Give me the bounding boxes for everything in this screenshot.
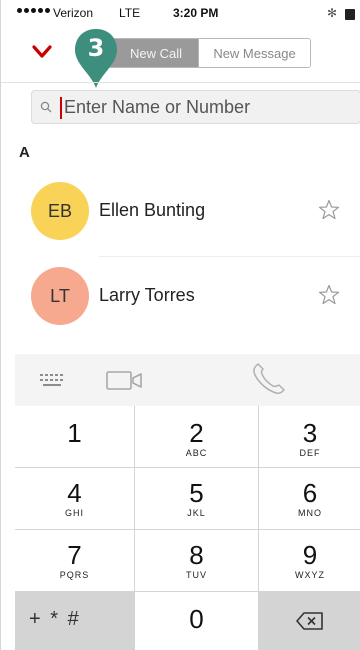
key-digit: 8 xyxy=(189,540,204,570)
signal-strength-icon xyxy=(17,8,50,13)
key-digit: 3 xyxy=(302,418,318,448)
key-3[interactable]: 3 DEF xyxy=(259,406,360,468)
key-letters: ABC xyxy=(185,448,208,458)
key-5[interactable]: 5 JKL xyxy=(135,468,259,530)
battery-icon xyxy=(345,9,355,20)
key-2[interactable]: 2 ABC xyxy=(135,406,259,468)
key-8[interactable]: 8 TUV xyxy=(135,530,259,592)
backspace-button[interactable] xyxy=(259,592,360,650)
key-digit: 7 xyxy=(67,540,82,570)
contact-name: Ellen Bunting xyxy=(99,200,206,220)
keypad-icon[interactable] xyxy=(39,372,65,388)
contact-row-larry-torres[interactable]: LT Larry Torres xyxy=(31,267,360,331)
contact-row-ellen-bunting[interactable]: EB Ellen Bunting xyxy=(31,182,360,246)
clock: 3:20 PM xyxy=(173,6,219,20)
key-letters: TUV xyxy=(186,570,207,580)
call-type-segmented-control: New Call New Message xyxy=(101,38,311,68)
key-digit: 9 xyxy=(302,540,318,570)
symbols-label: + * # xyxy=(29,608,81,630)
status-bar: Verizon LTE 3:20 PM ✻ xyxy=(15,6,357,26)
avatar: EB xyxy=(31,182,89,240)
key-letters: GHI xyxy=(64,508,84,518)
text-cursor xyxy=(60,97,62,119)
star-outline-icon[interactable] xyxy=(317,198,341,222)
header-divider xyxy=(1,82,360,83)
chevron-down-icon[interactable] xyxy=(31,43,53,61)
new-message-segment[interactable]: New Message xyxy=(198,39,310,67)
symbols-key[interactable]: + * # xyxy=(15,592,135,650)
avatar: LT xyxy=(31,267,89,325)
search-placeholder: Enter Name or Number xyxy=(64,97,251,117)
key-letters: PQRS xyxy=(59,570,90,580)
search-icon xyxy=(40,101,52,113)
key-digit: 4 xyxy=(67,478,82,508)
key-7[interactable]: 7 PQRS xyxy=(15,530,135,592)
key-digit: 5 xyxy=(189,478,204,508)
network-type: LTE xyxy=(119,6,141,20)
step-number: 3 xyxy=(87,34,105,62)
key-digit: 0 xyxy=(189,604,204,634)
key-letters: WXYZ xyxy=(295,570,325,580)
call-actions-bar xyxy=(15,354,360,406)
row-divider xyxy=(99,256,360,257)
carrier-name: Verizon xyxy=(53,6,94,20)
key-letters: DEF xyxy=(299,448,321,458)
key-letters: MNO xyxy=(298,508,322,518)
video-call-icon[interactable] xyxy=(105,370,145,392)
dial-keypad: 1 2 ABC 3 DEF 4 GHI 5 JKL 6 MNO 7 PQRS 8 TUV 9W… xyxy=(15,406,360,650)
contact-name: Larry Torres xyxy=(99,285,195,305)
bluetooth-icon: ✻ xyxy=(327,6,338,20)
key-4[interactable]: 4 GHI xyxy=(15,468,135,530)
section-header: A xyxy=(19,144,30,161)
key-6[interactable]: 6 MNO xyxy=(259,468,360,530)
backspace-icon xyxy=(296,612,323,630)
phone-icon[interactable] xyxy=(249,362,289,396)
key-digit: 1 xyxy=(67,418,82,448)
key-9[interactable]: 9 WXYZ xyxy=(259,530,360,592)
key-digit: 2 xyxy=(189,418,204,448)
star-outline-icon[interactable] xyxy=(317,283,341,307)
phone-screen: Verizon LTE 3:20 PM ✻ New Call New Messa… xyxy=(0,0,360,650)
key-digit: 6 xyxy=(302,478,318,508)
key-1[interactable]: 1 xyxy=(15,406,135,468)
search-input[interactable]: Enter Name or Number xyxy=(31,90,360,124)
key-letters: JKL xyxy=(187,508,206,518)
key-0[interactable]: 0 xyxy=(135,592,259,650)
step-marker-pin: 3 xyxy=(73,28,119,90)
